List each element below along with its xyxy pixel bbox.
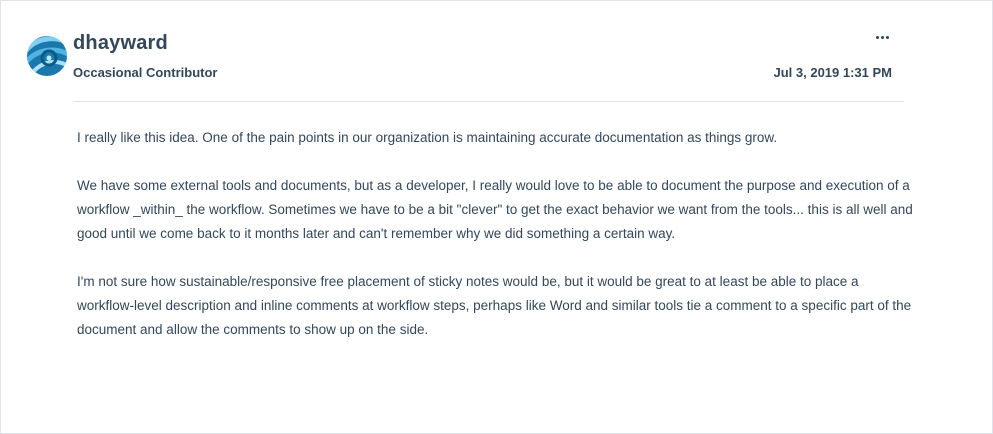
post-body: I really like this idea. One of the pain… (77, 126, 917, 366)
more-options-button[interactable] (874, 30, 892, 44)
avatar-swirl-icon (27, 36, 67, 76)
post-paragraph: I really like this idea. One of the pain… (77, 130, 778, 145)
header-divider (73, 101, 904, 102)
post-paragraph: I'm not sure how sustainable/responsive … (77, 274, 912, 337)
author-name[interactable]: dhayward (73, 32, 168, 55)
avatar[interactable] (27, 36, 67, 76)
post-timestamp: Jul 3, 2019 1:31 PM (773, 65, 892, 80)
author-rank: Occasional Contributor (73, 65, 218, 80)
post-card: dhayward Occasional Contributor Jul 3, 2… (0, 0, 993, 434)
post-paragraph: We have some external tools and document… (77, 178, 913, 241)
